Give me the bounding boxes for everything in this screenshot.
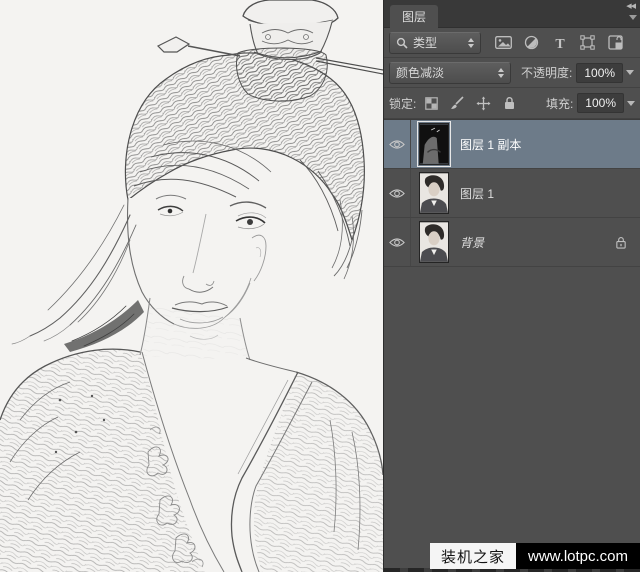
lock-paint-icon[interactable]	[449, 95, 466, 111]
layer-name[interactable]: 背景	[460, 234, 484, 251]
layer-row-background[interactable]: 背景	[384, 218, 640, 267]
type-layer-filter-icon[interactable]: T	[550, 35, 569, 51]
panel-menu-icon[interactable]	[629, 15, 637, 20]
filter-type-label: 类型	[413, 36, 438, 50]
fill-label: 填充:	[545, 96, 574, 111]
fill-dropdown-arrow-icon[interactable]	[627, 100, 635, 106]
lock-bar: 锁定: 填充: 100%	[384, 88, 640, 119]
layer-thumbnail[interactable]	[417, 121, 451, 167]
background-lock-badge-icon	[615, 236, 627, 249]
lock-all-icon[interactable]	[501, 95, 518, 111]
layer-filter-type-select[interactable]: 类型	[389, 31, 481, 54]
opacity-value-field[interactable]: 100%	[576, 62, 624, 83]
opacity-dropdown-arrow-icon[interactable]	[626, 70, 635, 75]
visibility-toggle[interactable]	[384, 218, 411, 266]
eye-icon	[389, 188, 405, 198]
tab-layers[interactable]: 图层	[390, 5, 439, 28]
layer-row-copy[interactable]: 图层 1 副本	[384, 120, 640, 169]
smart-object-filter-icon[interactable]	[606, 35, 625, 51]
layer-thumbnail[interactable]	[419, 172, 449, 214]
eye-icon	[389, 139, 405, 149]
watermark-url: www.lotpc.com	[516, 543, 640, 569]
lock-position-icon[interactable]	[475, 95, 492, 111]
select-arrows-icon	[498, 67, 504, 78]
lock-transparency-icon[interactable]	[423, 95, 440, 111]
blend-bar: 颜色减淡 不透明度: 100%	[384, 58, 640, 88]
opacity-label: 不透明度:	[521, 66, 573, 80]
layer-row-1[interactable]: 图层 1	[384, 169, 640, 218]
svg-text:T: T	[555, 37, 565, 50]
layer-thumbnail[interactable]	[419, 221, 449, 263]
magnifier-icon	[396, 37, 408, 49]
pixel-layer-filter-icon[interactable]	[494, 35, 513, 51]
photoshop-workspace: 图层 ◀◀ 类型 T 颜色减淡 不透明度: 100% 锁定: 填充: 100% …	[0, 0, 640, 572]
lock-icons	[423, 95, 518, 111]
layer-name[interactable]: 图层 1	[460, 185, 494, 202]
visibility-toggle[interactable]	[384, 169, 411, 217]
watermark: 装机之家 www.lotpc.com	[430, 543, 640, 569]
visibility-toggle[interactable]	[384, 120, 411, 168]
panel-tab-bar: 图层 ◀◀	[384, 0, 640, 28]
blend-mode-select[interactable]: 颜色减淡	[389, 61, 511, 84]
layers-panel: 图层 ◀◀ 类型 T 颜色减淡 不透明度: 100% 锁定: 填充: 100% …	[383, 0, 640, 572]
layer-name[interactable]: 图层 1 副本	[460, 136, 521, 153]
watermark-brand: 装机之家	[430, 543, 516, 569]
document-canvas	[0, 0, 383, 572]
filter-icons: T	[494, 35, 625, 51]
layers-list: 图层 1 副本 图层 1 背景	[384, 119, 640, 267]
blend-mode-value: 颜色减淡	[396, 66, 445, 80]
adjustment-layer-filter-icon[interactable]	[522, 35, 541, 51]
shape-layer-filter-icon[interactable]	[578, 35, 597, 51]
layers-list-empty-area	[384, 267, 640, 447]
collapse-panel-icon[interactable]: ◀◀	[626, 2, 636, 10]
select-arrows-icon	[468, 37, 474, 48]
sketch-canvas	[0, 0, 383, 572]
eye-icon	[389, 237, 405, 247]
fill-value-field[interactable]: 100%	[577, 93, 624, 113]
tab-layers-label: 图层	[402, 10, 427, 24]
lock-label: 锁定:	[389, 96, 417, 111]
filter-bar: 类型 T	[384, 28, 640, 58]
